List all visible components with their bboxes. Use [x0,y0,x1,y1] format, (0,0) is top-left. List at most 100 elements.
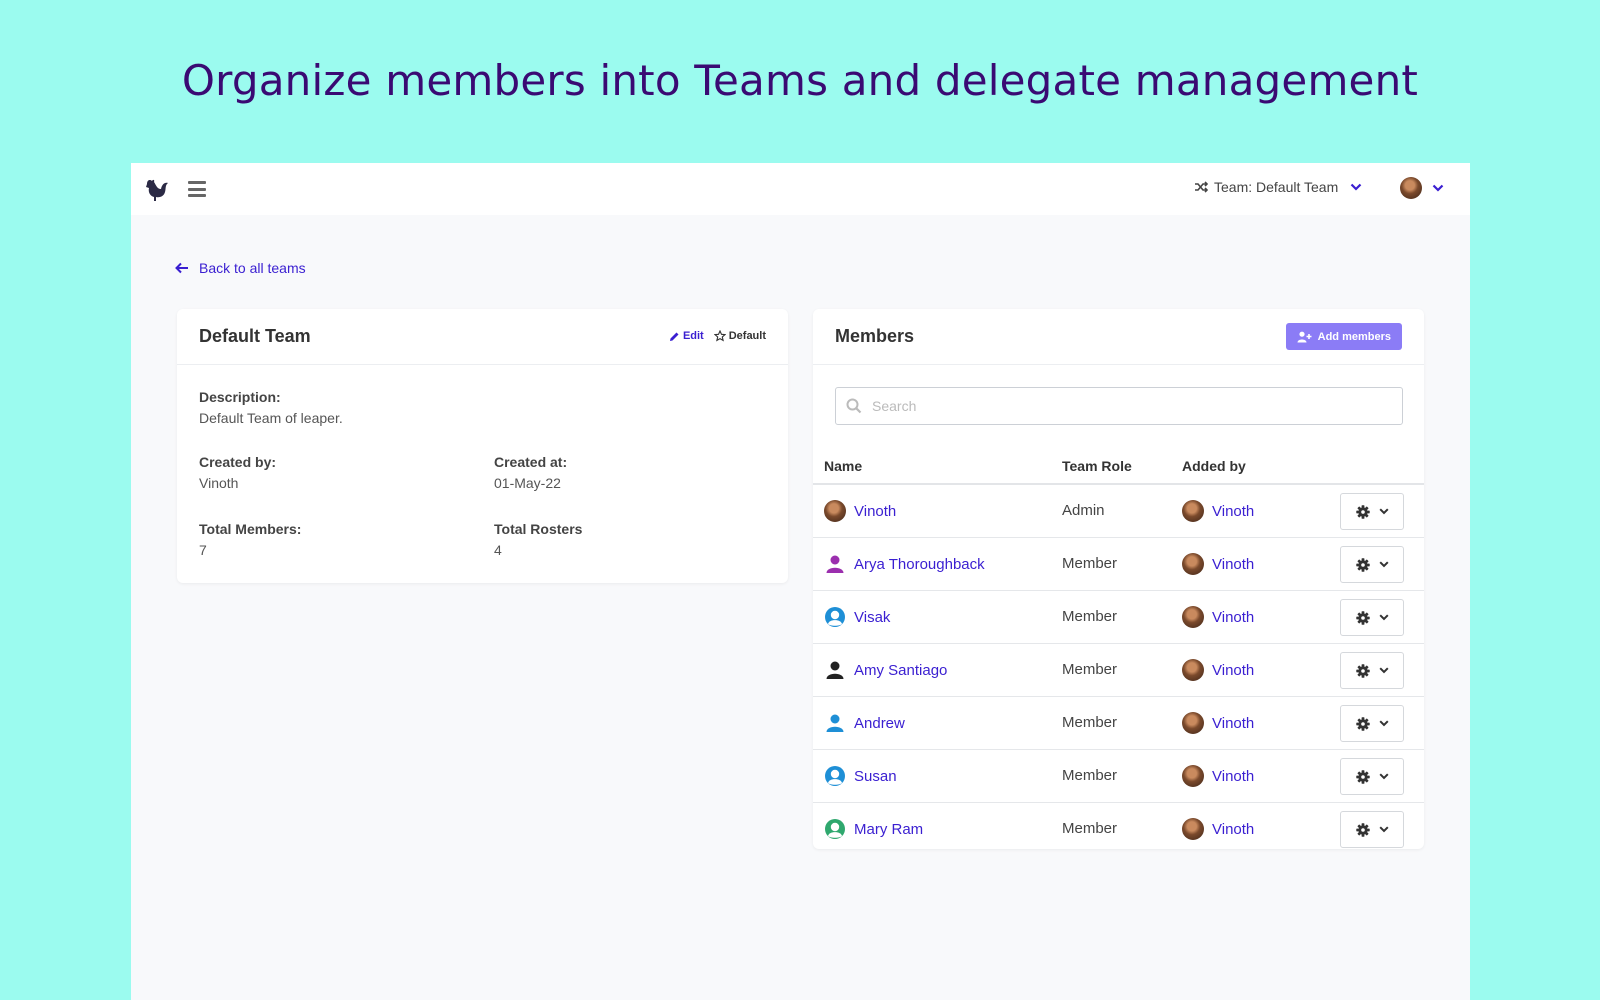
column-added-by[interactable]: Added by [1182,458,1246,474]
added-by-link[interactable]: Vinoth [1182,606,1254,628]
column-name[interactable]: Name [824,458,862,474]
created-at-value: 01-May-22 [494,475,561,491]
column-team-role[interactable]: Team Role [1062,458,1132,474]
user-plus-icon [1297,331,1312,342]
description-field: Description: Default Team of leaper. [199,389,343,426]
table-row: Andrew Member Vinoth [813,697,1424,750]
added-by-name: Vinoth [1212,608,1255,626]
member-actions-button[interactable] [1340,705,1404,742]
added-by-link[interactable]: Vinoth [1182,765,1254,787]
member-role: Admin [1062,502,1105,519]
table-row: Arya Thoroughback Member Vinoth [813,538,1424,591]
pencil-icon [669,332,679,341]
members-table-header: Name Team Role Added by [813,452,1424,485]
headline: Organize members into Teams and delegate… [181,56,1419,105]
chevron-down-icon [1378,826,1389,833]
avatar [1182,765,1204,787]
member-name: Arya Thoroughback [854,555,985,573]
avatar [1400,177,1422,199]
member-actions-button[interactable] [1340,811,1404,848]
gear-icon [1355,663,1370,678]
user-avatar-icon [824,553,846,575]
member-role: Member [1062,608,1118,625]
added-by-name: Vinoth [1212,767,1255,785]
member-name-link[interactable]: Amy Santiago [824,659,947,681]
user-avatar-icon [824,818,846,840]
gear-icon [1355,822,1370,837]
total-members-value: 7 [199,542,207,558]
team-switcher[interactable]: Team: Default Team [1194,179,1362,195]
chevron-down-icon [1378,508,1389,515]
description-label: Description: [199,389,281,405]
top-bar: Team: Default Team [131,163,1470,215]
default-label: Default [728,330,766,342]
add-members-button[interactable]: Add members [1285,323,1402,350]
added-by-name: Vinoth [1212,555,1255,573]
avatar [1182,553,1204,575]
total-rosters-label: Total Rosters [494,521,583,537]
avatar [1182,712,1204,734]
user-avatar-icon [824,659,846,681]
rooster-logo-icon[interactable] [143,175,171,203]
member-name: Vinoth [854,502,897,520]
added-by-link[interactable]: Vinoth [1182,500,1254,522]
total-members-label: Total Members: [199,521,302,537]
created-at-field: Created at: 01-May-22 [494,454,567,491]
member-name: Susan [854,767,897,785]
member-name-link[interactable]: Susan [824,765,897,787]
member-role: Member [1062,714,1118,731]
avatar [1182,818,1204,840]
added-by-link[interactable]: Vinoth [1182,818,1254,840]
app-window: Team: Default Team Back to all teams Def… [131,163,1470,1000]
menu-hamburger-icon[interactable] [188,181,206,197]
created-by-value: Vinoth [199,475,239,491]
avatar [1182,606,1204,628]
member-actions-button[interactable] [1340,599,1404,636]
back-to-teams-link[interactable]: Back to all teams [175,260,306,276]
added-by-link[interactable]: Vinoth [1182,659,1254,681]
star-icon [713,330,726,342]
member-actions-button[interactable] [1340,652,1404,689]
chevron-down-icon [1378,667,1389,674]
member-name-link[interactable]: Mary Ram [824,818,923,840]
created-by-label: Created by: [199,454,277,470]
gear-icon [1355,557,1370,572]
member-name: Andrew [854,714,905,732]
member-actions-button[interactable] [1340,493,1404,530]
chevron-down-icon [1378,614,1389,621]
member-name-link[interactable]: Vinoth [824,500,896,522]
user-menu[interactable] [1400,177,1444,199]
member-name-link[interactable]: Andrew [824,712,905,734]
members-card: Members Add members Name Team Role Added… [813,309,1424,849]
avatar [824,500,846,522]
member-role: Member [1062,767,1118,784]
table-row: Amy Santiago Member Vinoth [813,644,1424,697]
search-input[interactable] [872,398,1372,414]
team-details-card: Default Team Edit Default Description: D… [177,309,788,583]
added-by-name: Vinoth [1212,714,1255,732]
member-role: Member [1062,555,1118,572]
default-team-button[interactable]: Default [713,330,766,342]
total-rosters-value: 4 [494,542,502,558]
team-switch-label: Team: Default Team [1214,179,1339,195]
member-name-link[interactable]: Visak [824,606,890,628]
member-actions-button[interactable] [1340,758,1404,795]
user-avatar-icon [824,606,846,628]
chevron-down-icon [1378,773,1389,780]
gear-icon [1355,716,1370,731]
added-by-link[interactable]: Vinoth [1182,553,1254,575]
member-name: Visak [854,608,891,626]
members-table-body: Vinoth Admin Vinoth Arya Thoroughback Member… [813,485,1424,856]
members-title: Members [835,326,915,346]
chevron-down-icon [1350,183,1362,191]
member-name-link[interactable]: Arya Thoroughback [824,553,985,575]
added-by-name: Vinoth [1212,661,1255,679]
gear-icon [1355,769,1370,784]
chevron-down-icon [1432,184,1444,192]
avatar [1182,500,1204,522]
member-actions-button[interactable] [1340,546,1404,583]
added-by-name: Vinoth [1212,820,1255,838]
gear-icon [1355,610,1370,625]
added-by-link[interactable]: Vinoth [1182,712,1254,734]
edit-team-button[interactable]: Edit [669,330,704,342]
